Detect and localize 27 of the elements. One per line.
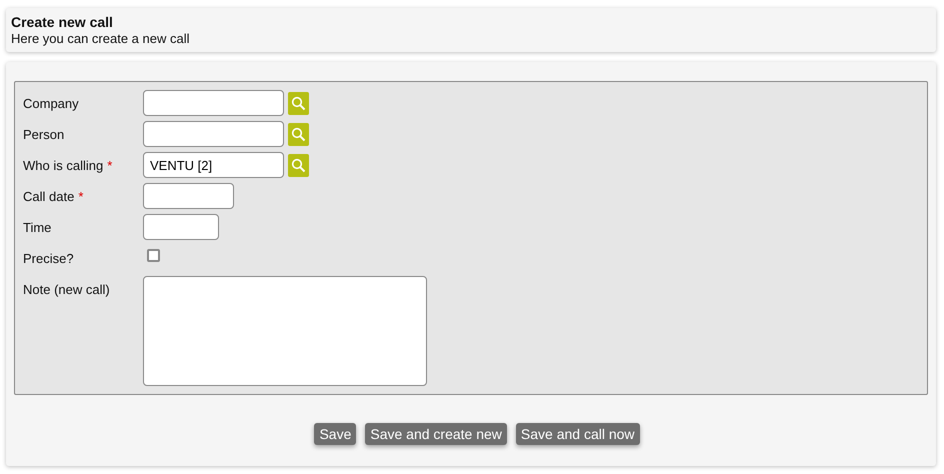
field-label: Call date	[23, 189, 74, 204]
input-field[interactable]	[143, 90, 284, 116]
search-icon	[291, 158, 306, 172]
input-field[interactable]	[143, 183, 234, 209]
page-subtitle: Here you can create a new call	[11, 31, 190, 46]
field-label: Note (new call)	[23, 282, 110, 297]
save-button[interactable]: Save	[314, 423, 356, 445]
required-asterisk: *	[78, 189, 84, 204]
input-field[interactable]	[143, 121, 284, 147]
field-label: Person	[23, 127, 64, 142]
save-button[interactable]: Save and call now	[516, 423, 640, 445]
field-label: Time	[23, 220, 52, 235]
save-button[interactable]: Save and create new	[365, 423, 507, 445]
search-button[interactable]	[288, 92, 309, 114]
field-label: Company	[23, 96, 79, 111]
search-button[interactable]	[288, 122, 309, 146]
page-title: Create new call	[11, 14, 113, 30]
required-asterisk: *	[107, 158, 112, 173]
input-field[interactable]: VENTU [2]	[143, 152, 284, 178]
input-field[interactable]	[143, 214, 219, 240]
search-icon	[291, 126, 306, 142]
note-field[interactable]	[143, 276, 427, 386]
search-button[interactable]	[288, 154, 309, 176]
checkbox[interactable]	[147, 249, 160, 262]
search-icon	[291, 96, 306, 110]
field-label: Who is calling	[23, 158, 104, 173]
field-label: Precise?	[23, 251, 74, 266]
